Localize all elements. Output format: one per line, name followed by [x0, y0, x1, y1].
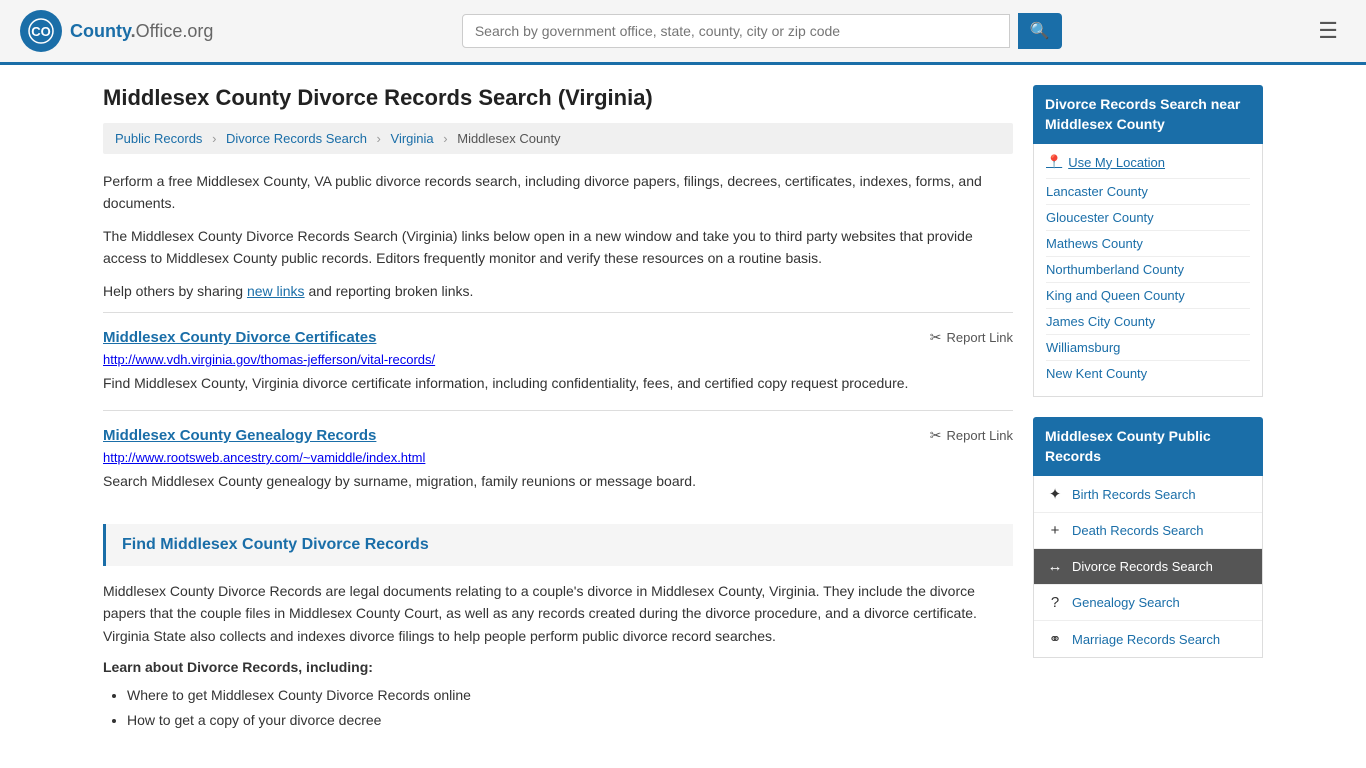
sidebar-death-records[interactable]: + Death Records Search — [1034, 513, 1262, 549]
record-desc-2: Search Middlesex County genealogy by sur… — [103, 471, 1013, 492]
record-desc-1: Find Middlesex County, Virginia divorce … — [103, 373, 1013, 394]
breadcrumb-virginia[interactable]: Virginia — [391, 131, 434, 146]
marriage-icon: ⚭ — [1046, 630, 1064, 648]
sidebar-link-king-queen[interactable]: King and Queen County — [1046, 282, 1250, 308]
sidebar-link-northumberland[interactable]: Northumberland County — [1046, 256, 1250, 282]
hamburger-icon: ☰ — [1318, 18, 1338, 43]
sidebar-nearby-section: Divorce Records Search near Middlesex Co… — [1033, 85, 1263, 397]
description-2: The Middlesex County Divorce Records Sea… — [103, 225, 1013, 270]
breadcrumb-sep-1: › — [212, 131, 216, 146]
scissors-icon-1: ✂ — [930, 329, 942, 346]
sidebar-public-records-body: ✦ Birth Records Search + Death Records S… — [1033, 476, 1263, 658]
breadcrumb-divorce-records[interactable]: Divorce Records Search — [226, 131, 367, 146]
content-area: Middlesex County Divorce Records Search … — [103, 85, 1013, 734]
find-records-section: Find Middlesex County Divorce Records — [103, 524, 1013, 566]
death-icon: + — [1046, 522, 1064, 539]
logo-text: County.Office.org — [70, 21, 213, 42]
sidebar-divorce-records[interactable]: ↔ Divorce Records Search — [1034, 549, 1262, 585]
new-links-link[interactable]: new links — [247, 283, 305, 299]
sidebar-link-mathews[interactable]: Mathews County — [1046, 230, 1250, 256]
search-area: 🔍 — [462, 13, 1062, 49]
sidebar-link-lancaster[interactable]: Lancaster County — [1046, 178, 1250, 204]
breadcrumb: Public Records › Divorce Records Search … — [103, 123, 1013, 154]
record-title-1[interactable]: Middlesex County Divorce Certificates — [103, 329, 376, 346]
sidebar-public-records-section: Middlesex County Public Records ✦ Birth … — [1033, 417, 1263, 658]
record-header-1: Middlesex County Divorce Certificates ✂ … — [103, 329, 1013, 346]
record-url-2: http://www.rootsweb.ancestry.com/~vamidd… — [103, 450, 1013, 465]
sidebar-link-gloucester[interactable]: Gloucester County — [1046, 204, 1250, 230]
logo-icon: CO — [20, 10, 62, 52]
bullet-list: Where to get Middlesex County Divorce Re… — [103, 683, 1013, 733]
record-url-1: http://www.vdh.virginia.gov/thomas-jeffe… — [103, 352, 1013, 367]
sidebar-marriage-records[interactable]: ⚭ Marriage Records Search — [1034, 621, 1262, 657]
sidebar-link-new-kent[interactable]: New Kent County — [1046, 360, 1250, 386]
record-block-2: Middlesex County Genealogy Records ✂ Rep… — [103, 410, 1013, 508]
breadcrumb-public-records[interactable]: Public Records — [115, 131, 202, 146]
description-3: Help others by sharing new links and rep… — [103, 280, 1013, 302]
divorce-icon: ↔ — [1046, 558, 1064, 575]
record-title-2[interactable]: Middlesex County Genealogy Records — [103, 427, 376, 444]
menu-button[interactable]: ☰ — [1310, 14, 1346, 48]
sidebar: Divorce Records Search near Middlesex Co… — [1033, 85, 1263, 734]
sidebar-birth-records[interactable]: ✦ Birth Records Search — [1034, 476, 1262, 513]
search-input[interactable] — [462, 14, 1010, 48]
use-my-location[interactable]: 📍 Use My Location — [1046, 154, 1250, 170]
genealogy-icon: ? — [1046, 594, 1064, 611]
sidebar-nearby-body: 📍 Use My Location Lancaster County Glouc… — [1033, 144, 1263, 397]
breadcrumb-sep-3: › — [443, 131, 447, 146]
scissors-icon-2: ✂ — [930, 427, 942, 444]
page-title: Middlesex County Divorce Records Search … — [103, 85, 1013, 111]
bullet-item-1: Where to get Middlesex County Divorce Re… — [127, 683, 1013, 708]
site-header: CO County.Office.org 🔍 ☰ — [0, 0, 1366, 65]
search-button[interactable]: 🔍 — [1018, 13, 1062, 49]
find-records-title: Find Middlesex County Divorce Records — [122, 536, 997, 554]
location-pin-icon: 📍 — [1046, 154, 1062, 170]
breadcrumb-current: Middlesex County — [457, 131, 560, 146]
sidebar-link-james-city[interactable]: James City County — [1046, 308, 1250, 334]
record-block-1: Middlesex County Divorce Certificates ✂ … — [103, 312, 1013, 410]
bullet-item-2: How to get a copy of your divorce decree — [127, 708, 1013, 733]
svg-text:CO: CO — [31, 24, 51, 39]
record-header-2: Middlesex County Genealogy Records ✂ Rep… — [103, 427, 1013, 444]
logo-area: CO County.Office.org — [20, 10, 213, 52]
main-container: Middlesex County Divorce Records Search … — [83, 65, 1283, 754]
breadcrumb-sep-2: › — [377, 131, 381, 146]
sidebar-genealogy[interactable]: ? Genealogy Search — [1034, 585, 1262, 621]
sidebar-nearby-header: Divorce Records Search near Middlesex Co… — [1033, 85, 1263, 144]
find-records-info: Middlesex County Divorce Records are leg… — [103, 580, 1013, 647]
learn-title: Learn about Divorce Records, including: — [103, 659, 1013, 675]
sidebar-public-records-header: Middlesex County Public Records — [1033, 417, 1263, 476]
report-link-1[interactable]: ✂ Report Link — [930, 329, 1013, 346]
description-1: Perform a free Middlesex County, VA publ… — [103, 170, 1013, 215]
search-icon: 🔍 — [1030, 23, 1050, 40]
report-link-2[interactable]: ✂ Report Link — [930, 427, 1013, 444]
birth-icon: ✦ — [1046, 485, 1064, 503]
sidebar-link-williamsburg[interactable]: Williamsburg — [1046, 334, 1250, 360]
